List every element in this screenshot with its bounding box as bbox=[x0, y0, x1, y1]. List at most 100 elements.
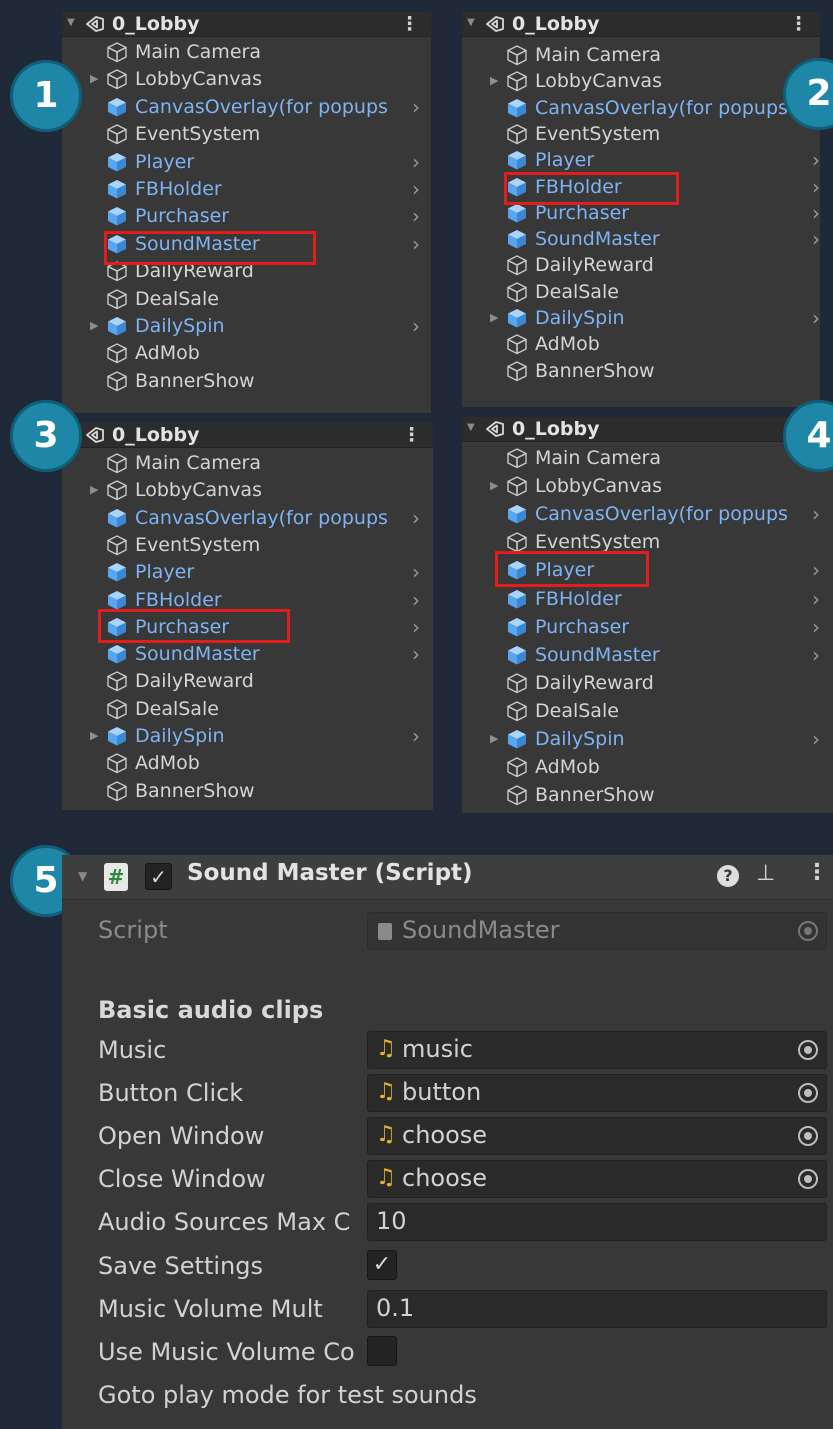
help-icon[interactable]: ? bbox=[717, 865, 739, 887]
music-volume-input[interactable]: 0.1 bbox=[367, 1290, 827, 1328]
object-picker-icon[interactable] bbox=[798, 1040, 818, 1060]
hierarchy-item-bannershow[interactable]: BannerShow bbox=[462, 358, 820, 385]
component-menu-icon[interactable]: ⋮ bbox=[806, 860, 828, 885]
open-prefab-chevron-icon[interactable]: › bbox=[812, 226, 820, 252]
foldout-icon[interactable]: ▼ bbox=[67, 17, 75, 28]
max-sources-input[interactable]: 10 bbox=[367, 1203, 827, 1241]
hierarchy-item-purchaser[interactable]: Purchaser › bbox=[62, 203, 431, 230]
hierarchy-item-canvasoverlay-for-popups[interactable]: CanvasOverlay(for popups› bbox=[62, 505, 433, 532]
hierarchy-item-fbholder[interactable]: FBHolder › bbox=[462, 586, 833, 613]
hierarchy-item-main-camera[interactable]: Main Camera bbox=[62, 450, 433, 477]
open-prefab-chevron-icon[interactable]: › bbox=[412, 176, 420, 202]
expand-arrow-icon[interactable]: ▶ bbox=[490, 74, 498, 87]
foldout-icon[interactable]: ▼ bbox=[467, 422, 475, 433]
expand-arrow-icon[interactable]: ▶ bbox=[90, 729, 98, 742]
scene-header[interactable]: ▼0_Lobby⋮ bbox=[462, 417, 833, 442]
button-click-clip-field[interactable]: ♫ button bbox=[367, 1074, 827, 1112]
scene-header[interactable]: ▼0_Lobby⋮ bbox=[462, 12, 820, 37]
hierarchy-item-lobbycanvas[interactable]: ▶ LobbyCanvas bbox=[462, 473, 833, 500]
open-prefab-chevron-icon[interactable]: › bbox=[412, 723, 420, 749]
save-settings-checkbox[interactable]: ✓ bbox=[367, 1250, 397, 1280]
hierarchy-item-soundmaster[interactable]: SoundMaster › bbox=[462, 642, 833, 669]
scene-menu-icon[interactable]: ⋮ bbox=[402, 424, 421, 446]
hierarchy-item-bannershow[interactable]: BannerShow bbox=[62, 368, 431, 395]
hierarchy-item-dailyspin[interactable]: ▶ DailySpin › bbox=[462, 305, 820, 332]
open-prefab-chevron-icon[interactable]: › bbox=[412, 641, 420, 667]
open-prefab-chevron-icon[interactable]: › bbox=[812, 726, 820, 752]
hierarchy-item-soundmaster[interactable]: SoundMaster › bbox=[62, 641, 433, 668]
scene-header[interactable]: ▼0_Lobby⋮ bbox=[62, 423, 433, 448]
hierarchy-item-canvasoverlay-for-popups[interactable]: CanvasOverlay(for popups› bbox=[62, 94, 431, 121]
open-prefab-chevron-icon[interactable]: › bbox=[812, 586, 820, 612]
presets-icon[interactable]: ⊥ bbox=[756, 861, 775, 886]
expand-arrow-icon[interactable]: ▶ bbox=[490, 311, 498, 324]
open-prefab-chevron-icon[interactable]: › bbox=[812, 642, 820, 668]
open-prefab-chevron-icon[interactable]: › bbox=[412, 614, 420, 640]
scene-menu-icon[interactable]: ⋮ bbox=[789, 13, 808, 35]
close-window-clip-field[interactable]: ♫ choose bbox=[367, 1160, 827, 1198]
hierarchy-item-main-camera[interactable]: Main Camera bbox=[462, 42, 820, 69]
expand-arrow-icon[interactable]: ▶ bbox=[490, 479, 498, 492]
hierarchy-item-eventsystem[interactable]: EventSystem bbox=[62, 532, 433, 559]
hierarchy-item-player[interactable]: Player › bbox=[62, 149, 431, 176]
hierarchy-item-bannershow[interactable]: BannerShow bbox=[62, 778, 433, 805]
hierarchy-item-eventsystem[interactable]: EventSystem bbox=[462, 121, 820, 148]
hierarchy-item-dealsale[interactable]: DealSale bbox=[462, 279, 820, 306]
hierarchy-item-bannershow[interactable]: BannerShow bbox=[462, 782, 833, 809]
open-prefab-chevron-icon[interactable]: › bbox=[812, 174, 820, 200]
foldout-icon[interactable]: ▼ bbox=[78, 869, 87, 883]
open-prefab-chevron-icon[interactable]: › bbox=[812, 614, 820, 640]
hierarchy-item-dailyspin[interactable]: ▶ DailySpin › bbox=[462, 726, 833, 753]
open-prefab-chevron-icon[interactable]: › bbox=[412, 203, 420, 229]
scene-header[interactable]: ▼0_Lobby⋮ bbox=[62, 12, 431, 37]
hierarchy-item-purchaser[interactable]: Purchaser › bbox=[462, 614, 833, 641]
open-prefab-chevron-icon[interactable]: › bbox=[412, 149, 420, 175]
component-header[interactable]: ▼ # ✓ Sound Master (Script) ? ⊥ ⋮ bbox=[62, 855, 833, 900]
scene-menu-icon[interactable]: ⋮ bbox=[400, 13, 419, 35]
open-prefab-chevron-icon[interactable]: › bbox=[812, 501, 820, 527]
open-prefab-chevron-icon[interactable]: › bbox=[412, 313, 420, 339]
music-clip-field[interactable]: ♫ music bbox=[367, 1031, 827, 1069]
expand-arrow-icon[interactable]: ▶ bbox=[90, 483, 98, 496]
expand-arrow-icon[interactable]: ▶ bbox=[90, 72, 98, 85]
hierarchy-item-canvasoverlay-for-popups[interactable]: CanvasOverlay(for popups› bbox=[462, 95, 820, 122]
hierarchy-item-player[interactable]: Player › bbox=[462, 147, 820, 174]
hierarchy-item-canvasoverlay-for-popups[interactable]: CanvasOverlay(for popups› bbox=[462, 501, 833, 528]
open-prefab-chevron-icon[interactable]: › bbox=[412, 231, 420, 257]
component-enabled-toggle[interactable]: ✓ bbox=[145, 863, 172, 890]
open-prefab-chevron-icon[interactable]: › bbox=[412, 94, 420, 120]
hierarchy-item-dealsale[interactable]: DealSale bbox=[62, 286, 431, 313]
hierarchy-item-admob[interactable]: AdMob bbox=[462, 331, 820, 358]
hierarchy-item-lobbycanvas[interactable]: ▶ LobbyCanvas bbox=[62, 66, 431, 93]
object-picker-icon[interactable] bbox=[798, 1083, 818, 1103]
expand-arrow-icon[interactable]: ▶ bbox=[90, 319, 98, 332]
hierarchy-item-dailyreward[interactable]: DailyReward bbox=[62, 668, 433, 695]
hierarchy-item-player[interactable]: Player › bbox=[62, 559, 433, 586]
hierarchy-item-lobbycanvas[interactable]: ▶ LobbyCanvas bbox=[462, 68, 820, 95]
hierarchy-item-lobbycanvas[interactable]: ▶ LobbyCanvas bbox=[62, 477, 433, 504]
hierarchy-item-admob[interactable]: AdMob bbox=[462, 754, 833, 781]
open-prefab-chevron-icon[interactable]: › bbox=[812, 557, 820, 583]
object-picker-icon[interactable] bbox=[798, 1169, 818, 1189]
open-prefab-chevron-icon[interactable]: › bbox=[812, 200, 820, 226]
open-prefab-chevron-icon[interactable]: › bbox=[412, 505, 420, 531]
use-music-volume-checkbox[interactable] bbox=[367, 1336, 397, 1366]
hierarchy-item-dailyreward[interactable]: DailyReward bbox=[462, 252, 820, 279]
hierarchy-item-main-camera[interactable]: Main Camera bbox=[462, 445, 833, 472]
hierarchy-item-eventsystem[interactable]: EventSystem bbox=[62, 121, 431, 148]
open-prefab-chevron-icon[interactable]: › bbox=[412, 587, 420, 613]
open-prefab-chevron-icon[interactable]: › bbox=[412, 559, 420, 585]
open-prefab-chevron-icon[interactable]: › bbox=[812, 147, 820, 173]
open-prefab-chevron-icon[interactable]: › bbox=[812, 305, 820, 331]
hierarchy-item-soundmaster[interactable]: SoundMaster › bbox=[462, 226, 820, 253]
hierarchy-item-admob[interactable]: AdMob bbox=[62, 340, 431, 367]
hierarchy-item-dailyspin[interactable]: ▶ DailySpin › bbox=[62, 313, 431, 340]
hierarchy-item-dealsale[interactable]: DealSale bbox=[62, 696, 433, 723]
hierarchy-item-dailyspin[interactable]: ▶ DailySpin › bbox=[62, 723, 433, 750]
hierarchy-item-dealsale[interactable]: DealSale bbox=[462, 698, 833, 725]
hierarchy-item-admob[interactable]: AdMob bbox=[62, 750, 433, 777]
hierarchy-item-main-camera[interactable]: Main Camera bbox=[62, 39, 431, 66]
foldout-icon[interactable]: ▼ bbox=[467, 17, 475, 28]
hierarchy-item-fbholder[interactable]: FBHolder › bbox=[62, 176, 431, 203]
expand-arrow-icon[interactable]: ▶ bbox=[490, 732, 498, 745]
